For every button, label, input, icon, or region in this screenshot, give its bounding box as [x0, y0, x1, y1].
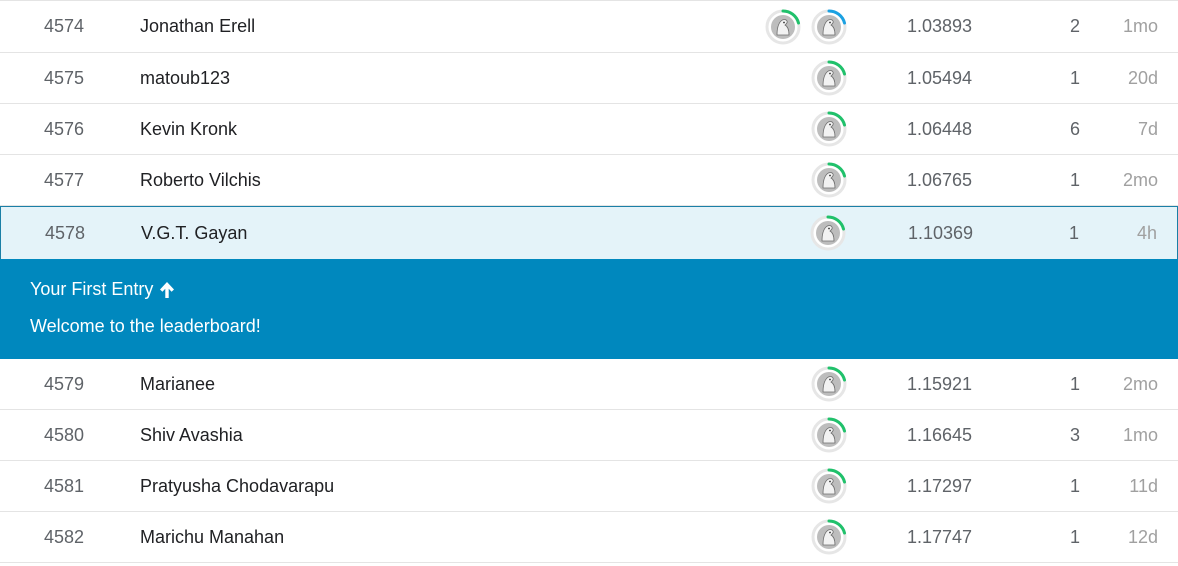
- leaderboard-row[interactable]: 4574 Jonathan Erell 1.03893 2 1mo: [0, 0, 1178, 53]
- last-submission-cell: 1mo: [1122, 16, 1158, 36]
- last-submission-cell: 12d: [1127, 526, 1158, 547]
- team-members: [810, 359, 848, 409]
- team-members: [810, 461, 848, 511]
- team-name-link[interactable]: Roberto Vilchis: [140, 155, 261, 205]
- avatar[interactable]: [810, 518, 848, 556]
- last-submission-cell: 11d: [1129, 475, 1158, 496]
- last-submission-cell: 2mo: [1122, 373, 1158, 394]
- leaderboard-row[interactable]: 4579 Marianee 1.15921 1 2mo: [0, 359, 1178, 410]
- avatar[interactable]: [810, 8, 848, 46]
- entries-cell: 1: [1069, 526, 1080, 547]
- rank-cell: 4580: [44, 424, 85, 445]
- leaderboard-row[interactable]: 4575 matoub123 1.05494 1 20d: [0, 53, 1178, 104]
- arrow-up-icon: [159, 281, 175, 299]
- score-cell: 1.16645: [907, 424, 973, 445]
- team-members: [810, 104, 848, 154]
- last-submission-cell: 4h: [1136, 222, 1157, 243]
- team-name-link[interactable]: Jonathan Erell: [140, 1, 255, 52]
- entries-cell: 1: [1069, 373, 1080, 394]
- team-members: [810, 155, 848, 205]
- entries-cell: 2: [1069, 16, 1080, 36]
- avatar[interactable]: [810, 59, 848, 97]
- leaderboard-row[interactable]: 4577 Roberto Vilchis 1.06765 1 2mo: [0, 155, 1178, 206]
- team-name-link[interactable]: Shiv Avashia: [140, 410, 243, 460]
- avatar[interactable]: [764, 8, 802, 46]
- rank-cell: 4581: [44, 475, 85, 496]
- entries-cell: 1: [1069, 67, 1080, 88]
- avatar[interactable]: [810, 467, 848, 505]
- rank-cell: 4578: [45, 222, 86, 243]
- last-submission-cell: 2mo: [1122, 169, 1158, 190]
- leaderboard: 4574 Jonathan Erell 1.03893 2 1mo 4575 matoub1…: [0, 0, 1178, 566]
- avatar[interactable]: [809, 214, 847, 252]
- leaderboard-row[interactable]: 4580 Shiv Avashia 1.16645 3 1mo: [0, 410, 1178, 461]
- last-submission-cell: 7d: [1137, 118, 1158, 139]
- score-cell: 1.06448: [907, 118, 973, 139]
- team-members: [764, 1, 848, 52]
- leaderboard-rows-before: 4574 Jonathan Erell 1.03893 2 1mo 4575 matoub1…: [0, 0, 1178, 206]
- team-members: [809, 207, 847, 259]
- score-cell: 1.05494: [907, 67, 973, 88]
- team-name-link[interactable]: Pratyusha Chodavarapu: [140, 461, 334, 511]
- entries-cell: 1: [1068, 222, 1079, 243]
- banner-message: Welcome to the leaderboard!: [30, 316, 261, 336]
- avatar[interactable]: [810, 416, 848, 454]
- team-name-link[interactable]: Kevin Kronk: [140, 104, 237, 154]
- your-row-container: 4578 V.G.T. Gayan 1.10369 1 4h: [0, 206, 1178, 259]
- entries-cell: 6: [1069, 118, 1080, 139]
- rank-cell: 4582: [44, 526, 85, 547]
- team-name-link[interactable]: V.G.T. Gayan: [141, 207, 247, 259]
- team-name-link[interactable]: Marianee: [140, 359, 215, 409]
- entries-cell: 3: [1069, 424, 1080, 445]
- leaderboard-row[interactable]: 4581 Pratyusha Chodavarapu 1.17297 1 11d: [0, 461, 1178, 512]
- rank-cell: 4577: [44, 169, 85, 190]
- leaderboard-rows-after: 4579 Marianee 1.15921 1 2mo 4580 Shiv Avashia 1…: [0, 359, 1178, 563]
- score-cell: 1.10369: [908, 222, 974, 243]
- avatar[interactable]: [810, 110, 848, 148]
- rank-cell: 4576: [44, 118, 85, 139]
- score-cell: 1.03893: [907, 16, 973, 36]
- entries-cell: 1: [1069, 169, 1080, 190]
- banner-title: Your First Entry: [30, 279, 175, 300]
- leaderboard-row[interactable]: 4576 Kevin Kronk 1.06448 6 7d: [0, 104, 1178, 155]
- last-submission-cell: 1mo: [1122, 424, 1158, 445]
- rank-cell: 4579: [44, 373, 85, 394]
- entries-cell: 1: [1069, 475, 1080, 496]
- team-name-link[interactable]: matoub123: [140, 53, 230, 103]
- rank-cell: 4574: [44, 16, 85, 36]
- team-name-link[interactable]: Marichu Manahan: [140, 512, 284, 562]
- team-members: [810, 410, 848, 460]
- score-cell: 1.06765: [907, 169, 973, 190]
- avatar[interactable]: [810, 161, 848, 199]
- team-members: [810, 53, 848, 103]
- score-cell: 1.15921: [907, 373, 973, 394]
- banner-title-text: Your First Entry: [30, 279, 154, 299]
- rank-cell: 4575: [44, 67, 85, 88]
- leaderboard-row[interactable]: 4582 Marichu Manahan 1.17747 1 12d: [0, 512, 1178, 563]
- team-members: [810, 512, 848, 562]
- score-cell: 1.17297: [907, 475, 973, 496]
- avatar[interactable]: [810, 365, 848, 403]
- first-entry-banner: Your First Entry Welcome to the leaderbo…: [0, 259, 1178, 359]
- last-submission-cell: 20d: [1127, 67, 1158, 88]
- leaderboard-row[interactable]: 4578 V.G.T. Gayan 1.10369 1 4h: [0, 206, 1178, 259]
- score-cell: 1.17747: [907, 526, 973, 547]
